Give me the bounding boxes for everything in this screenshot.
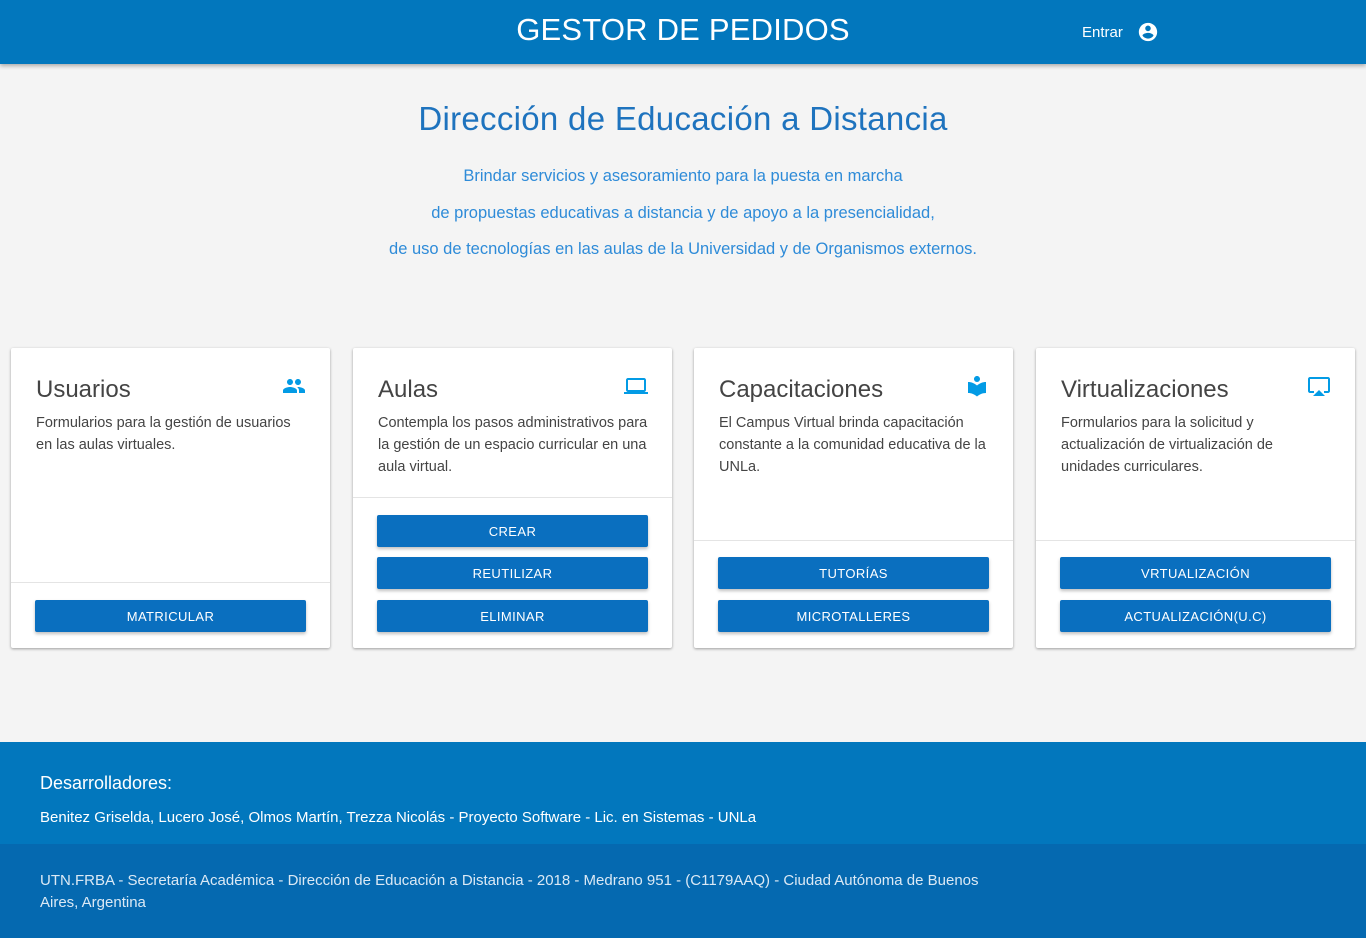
card-capacitaciones: Capacitaciones El Campus Virtual brinda … xyxy=(694,348,1013,648)
card-description: Formularios para la gestión de usuarios … xyxy=(36,415,291,453)
app-title: GESTOR DE PEDIDOS xyxy=(516,12,850,47)
eliminar-button[interactable]: ELIMINAR xyxy=(377,600,648,632)
laptop-icon xyxy=(624,374,648,398)
virtualizacion-button[interactable]: VRTUALIZACIÓN xyxy=(1060,557,1331,589)
hero-title: Dirección de Educación a Distancia xyxy=(418,100,948,137)
card-virtualizaciones: Virtualizaciones Formularios para la sol… xyxy=(1036,348,1355,648)
airplay-icon xyxy=(1307,374,1331,398)
card-divider xyxy=(694,540,1013,541)
card-title: Aulas xyxy=(378,376,439,403)
card-title: Virtualizaciones xyxy=(1061,376,1229,403)
people-icon xyxy=(282,374,306,398)
top-app-bar: GESTOR DE PEDIDOS Entrar xyxy=(0,0,1366,64)
tutorias-button[interactable]: TUTORÍAS xyxy=(718,557,989,589)
hero-line: Brindar servicios y asesoramiento para l… xyxy=(463,167,903,185)
account-circle-icon xyxy=(1137,21,1159,43)
hero-section: Dirección de Educación a Distancia Brind… xyxy=(0,100,1366,268)
crear-button[interactable]: CREAR xyxy=(377,515,648,547)
card-description: Formularios para la solicitud y actualiz… xyxy=(1061,415,1273,475)
card-usuarios: Usuarios Formularios para la gestión de … xyxy=(11,348,330,648)
card-divider xyxy=(1036,540,1355,541)
footer-copyright: UTN.FRBA - Secretaría Académica - Direcc… xyxy=(0,844,1366,938)
footer-developers: Desarrolladores: Benitez Griselda, Lucer… xyxy=(0,742,1366,844)
hero-description: Brindar servicios y asesoramiento para l… xyxy=(0,158,1366,268)
reader-icon xyxy=(965,374,989,398)
footer-heading: Desarrolladores: xyxy=(40,773,173,793)
microtalleres-button[interactable]: MICROTALLERES xyxy=(718,600,989,632)
login-label: Entrar xyxy=(1082,23,1123,41)
card-aulas: Aulas Contempla los pasos administrativo… xyxy=(353,348,672,648)
hero-line: de uso de tecnologías en las aulas de la… xyxy=(389,240,977,258)
card-title: Capacitaciones xyxy=(719,376,884,403)
card-description: Contempla los pasos administrativos para… xyxy=(378,415,648,475)
card-divider xyxy=(11,582,330,583)
login-button[interactable]: Entrar xyxy=(1082,20,1159,44)
card-title: Usuarios xyxy=(36,376,131,403)
hero-line: de propuestas educativas a distancia y d… xyxy=(431,203,935,222)
reutilizar-button[interactable]: REUTILIZAR xyxy=(377,557,648,589)
actualizacion-button[interactable]: ACTUALIZACIÓN(U.C) xyxy=(1060,600,1331,632)
card-description: El Campus Virtual brinda capacitación co… xyxy=(719,415,986,475)
footer-address: UTN.FRBA - Secretaría Académica - Direcc… xyxy=(40,872,979,911)
card-divider xyxy=(353,497,672,498)
footer-credits: Benitez Griselda, Lucero José, Olmos Mar… xyxy=(40,809,757,826)
matricular-button[interactable]: MATRICULAR xyxy=(35,600,306,632)
